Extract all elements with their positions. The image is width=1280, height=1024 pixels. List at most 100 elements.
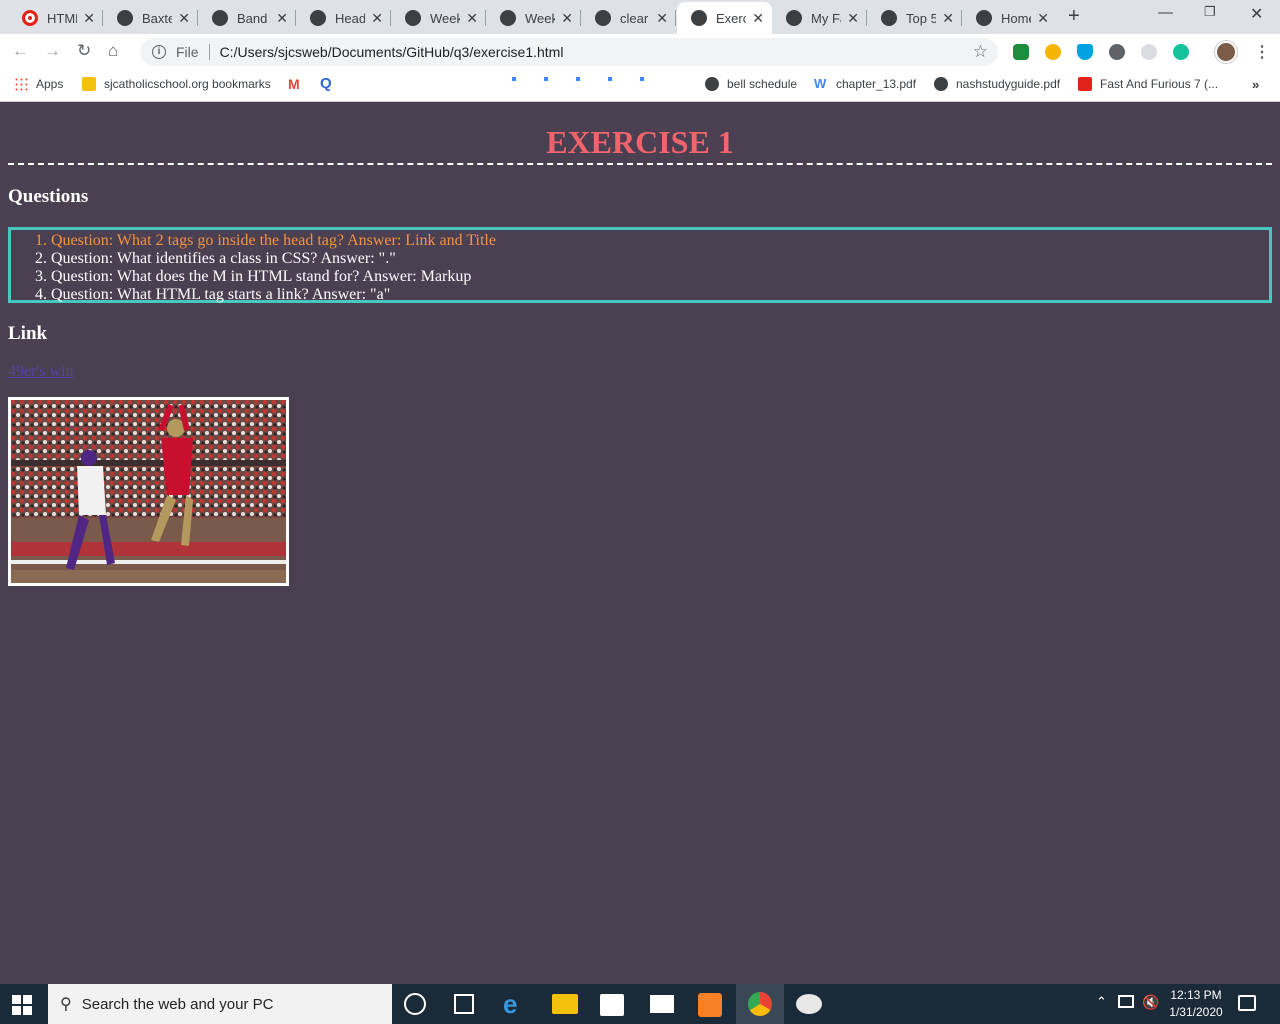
bookmark-nashstudyguide[interactable]: nashstudyguide.pdf xyxy=(934,77,1060,91)
page-icon[interactable] xyxy=(544,77,548,81)
network-icon[interactable] xyxy=(1118,995,1134,1008)
list-item: Question: What 2 tags go inside the head… xyxy=(51,232,1269,250)
questions-heading: Questions xyxy=(8,186,89,207)
close-icon[interactable]: ✕ xyxy=(847,10,859,27)
close-icon[interactable]: ✕ xyxy=(561,10,573,27)
volume-muted-icon[interactable]: 🔇 xyxy=(1142,994,1159,1011)
edge-icon[interactable]: e xyxy=(503,991,529,1017)
task-view-icon[interactable] xyxy=(454,994,474,1014)
windows-taskbar: ⚲ Search the web and your PC e ⌃ 🔇 12:13… xyxy=(0,984,1280,1024)
info-icon[interactable]: i xyxy=(152,45,166,59)
list-item: Question: What identifies a class in CSS… xyxy=(51,250,1269,268)
profile-avatar[interactable] xyxy=(1215,41,1237,63)
more-bookmarks-icon[interactable]: » xyxy=(1252,77,1259,92)
tab-clear[interactable]: clear ✕ xyxy=(581,2,676,34)
tab-baxter[interactable]: Baxter ✕ xyxy=(103,2,198,34)
close-icon[interactable]: ✕ xyxy=(83,10,95,27)
minimize-icon[interactable]: — xyxy=(1158,4,1173,21)
tab-home[interactable]: Home ✕ xyxy=(962,2,1057,34)
globe-icon xyxy=(595,10,611,26)
close-icon[interactable]: ✕ xyxy=(371,10,383,27)
app-icon[interactable] xyxy=(796,994,822,1014)
quizlet-icon[interactable]: Q xyxy=(320,75,332,92)
globe-icon xyxy=(212,10,228,26)
grammarly-icon[interactable] xyxy=(1173,44,1189,60)
search-placeholder: Search the web and your PC xyxy=(81,995,274,1013)
reload-icon[interactable]: ↻ xyxy=(77,41,91,61)
extension-icon[interactable] xyxy=(1045,44,1061,60)
close-icon[interactable]: ✕ xyxy=(656,10,668,27)
address-bar[interactable]: i File C:/Users/sjcsweb/Documents/GitHub… xyxy=(140,38,998,66)
tab-label: Top 5 xyxy=(906,10,936,26)
cortana-icon[interactable] xyxy=(404,993,426,1015)
forward-arrow-icon[interactable]: → xyxy=(44,41,61,61)
tab-label: clear xyxy=(620,10,649,26)
globe-icon xyxy=(500,10,516,26)
windows-start-icon[interactable] xyxy=(12,995,32,1015)
close-icon[interactable]: ✕ xyxy=(752,10,764,27)
bookmark-star-icon[interactable]: ☆ xyxy=(973,42,988,62)
notifications-icon[interactable] xyxy=(1238,995,1256,1011)
bookmark-folder[interactable]: sjcatholicschool.org bookmarks xyxy=(82,77,271,91)
tab-week[interactable]: Week ✕ xyxy=(391,2,486,34)
url-text[interactable]: C:/Users/sjcsweb/Documents/GitHub/q3/exe… xyxy=(220,44,564,60)
bookmark-bell-schedule[interactable]: bell schedule xyxy=(705,77,797,91)
extension-icon[interactable] xyxy=(1109,44,1125,60)
tab-top-5[interactable]: Top 5 ✕ xyxy=(867,2,962,34)
tab-strip: HTML ✕ Baxter ✕ Band ✕ Headi ✕ Week ✕ We… xyxy=(0,0,1280,34)
49ers-win-link[interactable]: 49er's win xyxy=(8,363,74,381)
tab-band[interactable]: Band ✕ xyxy=(198,2,296,34)
globe-icon xyxy=(117,10,133,26)
new-tab-plus-icon[interactable]: + xyxy=(1068,5,1080,28)
shield-extension-icon[interactable] xyxy=(1077,44,1093,60)
close-icon[interactable]: ✕ xyxy=(178,10,190,27)
page-title: EXERCISE 1 xyxy=(8,124,1272,165)
sublime-text-icon[interactable] xyxy=(698,993,722,1017)
scheme-label: File xyxy=(176,44,199,60)
home-icon[interactable]: ⌂ xyxy=(108,41,118,61)
globe-icon xyxy=(934,77,948,91)
tab-my-fa[interactable]: My Fa ✕ xyxy=(772,2,867,34)
page-icon[interactable] xyxy=(512,77,516,81)
bookmark-chapter-13[interactable]: W chapter_13.pdf xyxy=(814,77,916,92)
globe-icon xyxy=(705,77,719,91)
bookmark-fast-and-furious[interactable]: Fast And Furious 7 (... xyxy=(1078,77,1218,91)
tab-week-2[interactable]: Week ✕ xyxy=(486,2,581,34)
tab-label: Headi xyxy=(335,10,365,26)
tab-exercise-active[interactable]: Exerc ✕ xyxy=(677,2,772,34)
page-icon[interactable] xyxy=(576,77,580,81)
tab-html[interactable]: HTML ✕ xyxy=(8,2,103,34)
clock-time: 12:13 PM xyxy=(1170,988,1222,1002)
classroom-extension-icon[interactable] xyxy=(1013,44,1029,60)
globe-icon xyxy=(405,10,421,26)
chevron-up-icon[interactable]: ⌃ xyxy=(1096,994,1107,1010)
close-icon[interactable]: ✕ xyxy=(466,10,478,27)
help-extension-icon[interactable] xyxy=(1141,44,1157,60)
bookmark-apps[interactable]: Apps xyxy=(14,77,63,91)
restore-icon[interactable]: ❐ xyxy=(1204,4,1216,20)
globe-icon xyxy=(786,10,802,26)
bookmarks-bar: Apps sjcatholicschool.org bookmarks M Q … xyxy=(0,70,1280,102)
menu-dots-icon[interactable]: ⋮ xyxy=(1254,42,1270,62)
page-icon[interactable] xyxy=(608,77,612,81)
folder-icon xyxy=(82,77,96,91)
back-arrow-icon[interactable]: ← xyxy=(12,41,29,61)
globe-icon xyxy=(310,10,326,26)
close-icon[interactable]: ✕ xyxy=(942,10,954,27)
taskbar-search-box[interactable]: ⚲ Search the web and your PC xyxy=(48,984,392,1024)
close-window-icon[interactable]: ✕ xyxy=(1250,4,1263,24)
clock-date: 1/31/2020 xyxy=(1169,1005,1223,1019)
gmail-icon[interactable]: M xyxy=(288,76,300,92)
mail-icon[interactable] xyxy=(650,995,674,1013)
tab-headi[interactable]: Headi ✕ xyxy=(296,2,391,34)
web-page: EXERCISE 1 Questions Question: What 2 ta… xyxy=(0,102,1280,984)
movie-icon xyxy=(1078,77,1092,91)
questions-box: Question: What 2 tags go inside the head… xyxy=(8,227,1272,303)
file-explorer-icon[interactable] xyxy=(552,994,578,1014)
close-icon[interactable]: ✕ xyxy=(276,10,288,27)
tab-label: Home xyxy=(1001,10,1031,26)
store-icon[interactable] xyxy=(600,994,624,1016)
close-icon[interactable]: ✕ xyxy=(1037,10,1049,27)
system-clock[interactable]: 12:13 PM 1/31/2020 xyxy=(1166,987,1226,1021)
page-icon[interactable] xyxy=(640,77,644,81)
